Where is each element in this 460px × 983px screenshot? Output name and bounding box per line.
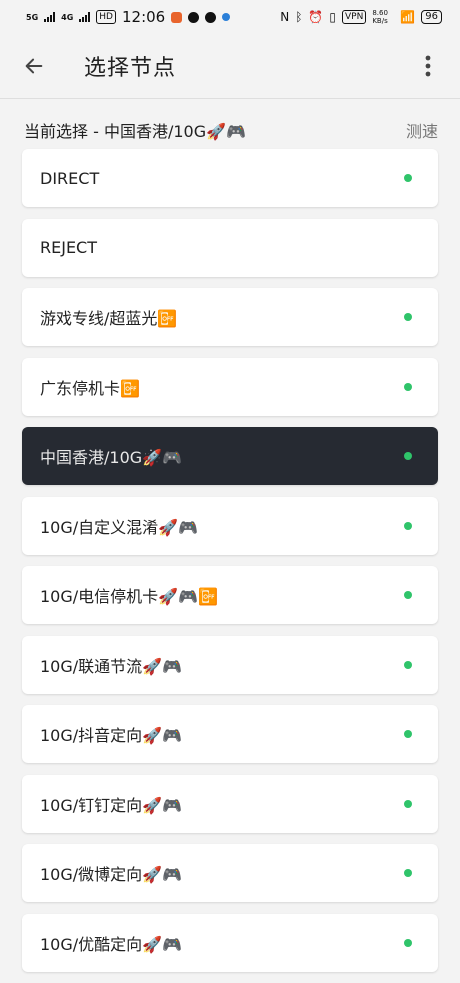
node-label: 10G/联通节流🚀🎮 bbox=[40, 656, 182, 676]
status-dot-icon bbox=[404, 313, 412, 321]
vpn-badge: VPN bbox=[341, 10, 367, 24]
node-item[interactable]: 10G/自定义混淆🚀🎮 bbox=[22, 496, 438, 555]
network-5g-label: 5G bbox=[26, 12, 39, 22]
node-label: REJECT bbox=[40, 238, 97, 257]
back-button[interactable] bbox=[14, 46, 54, 86]
node-item[interactable]: REJECT bbox=[22, 218, 438, 277]
node-label: 游戏专线/超蓝光📴 bbox=[40, 309, 178, 328]
more-vertical-icon bbox=[425, 55, 431, 77]
vibrate-icon: ▯ bbox=[329, 10, 336, 24]
status-dot-icon bbox=[404, 660, 412, 669]
status-dot-icon bbox=[404, 452, 412, 460]
wifi-icon: 📶 bbox=[400, 10, 416, 24]
app-icon bbox=[222, 13, 231, 21]
node-label: 10G/抖音定向🚀🎮 bbox=[40, 726, 182, 745]
clock: 12:06 bbox=[121, 8, 166, 26]
status-bar-left: 5G 4G HD 12:06 bbox=[26, 8, 231, 26]
node-label: 10G/优酷定向🚀🎮 bbox=[40, 934, 182, 954]
node-label: 10G/自定义混淆🚀🎮 bbox=[40, 517, 198, 537]
status-dot-icon bbox=[404, 730, 412, 738]
net-speed: 8.60 KB/s bbox=[372, 9, 388, 25]
speed-test-button[interactable]: 测速 bbox=[406, 118, 438, 142]
node-label: 广东停机卡📴 bbox=[40, 378, 140, 398]
node-label: 10G/钉钉定向🚀🎮 bbox=[40, 795, 182, 815]
bluetooth-icon: ᛒ bbox=[295, 10, 303, 24]
node-label: 10G/电信停机卡🚀🎮📴 bbox=[40, 587, 218, 606]
battery-icon: 96 bbox=[421, 10, 442, 24]
page-title: 选择节点 bbox=[84, 56, 177, 81]
app-bar: 选择节点 bbox=[0, 34, 460, 99]
nfc-icon: Ν bbox=[280, 10, 290, 24]
status-dot-icon bbox=[404, 869, 412, 877]
node-item[interactable]: DIRECT bbox=[22, 149, 438, 207]
status-dot-icon bbox=[404, 174, 412, 182]
hd-badge: HD bbox=[96, 10, 116, 24]
node-label: 中国香港/10G🚀🎮 bbox=[40, 448, 182, 467]
node-list: DIRECT REJECT 游戏专线/超蓝光📴 广东停机卡📴 中国香港/10G🚀🎮 10G… bbox=[22, 149, 438, 983]
node-item[interactable]: 10G/优酷定向🚀🎮 bbox=[22, 913, 438, 972]
node-item[interactable]: 10G/电信停机卡🚀🎮📴 bbox=[22, 566, 438, 624]
node-item[interactable]: 10G/钉钉定向🚀🎮 bbox=[22, 774, 438, 833]
current-selection-label: 当前选择 - 中国香港/10G🚀🎮 bbox=[24, 122, 246, 141]
alarm-icon: ⏰ bbox=[308, 10, 324, 24]
arrow-left-icon bbox=[25, 58, 43, 74]
node-item[interactable]: 广东停机卡📴 bbox=[22, 357, 438, 416]
more-options-button[interactable] bbox=[410, 46, 446, 86]
status-dot-icon bbox=[404, 521, 412, 530]
qq-icon bbox=[205, 11, 217, 23]
node-item[interactable]: 10G/微博定向🚀🎮 bbox=[22, 844, 438, 902]
notification-icon bbox=[171, 11, 183, 23]
current-selection-row: 当前选择 - 中国香港/10G🚀🎮 测速 bbox=[24, 117, 438, 143]
node-item[interactable]: 10G/抖音定向🚀🎮 bbox=[22, 705, 438, 763]
status-bar-right: Ν ᛒ ⏰ ▯ VPN 8.60 KB/s 📶 96 bbox=[280, 9, 442, 25]
node-item[interactable]: 中国香港/10G🚀🎮 bbox=[22, 427, 438, 485]
status-dot-icon bbox=[404, 799, 412, 808]
status-dot-icon bbox=[404, 382, 412, 391]
node-item[interactable]: 游戏专线/超蓝光📴 bbox=[22, 288, 438, 346]
battery-level: 96 bbox=[425, 11, 438, 22]
network-4g-label: 4G bbox=[61, 12, 74, 22]
node-label: DIRECT bbox=[40, 168, 100, 188]
weather-icon bbox=[188, 11, 200, 23]
node-item[interactable]: 10G/联通节流🚀🎮 bbox=[22, 635, 438, 694]
signal-icon-2 bbox=[79, 12, 91, 22]
signal-icon bbox=[44, 12, 56, 22]
status-dot-icon bbox=[404, 938, 412, 947]
node-label: 10G/微博定向🚀🎮 bbox=[40, 865, 182, 884]
status-dot-icon bbox=[404, 591, 412, 599]
status-bar: 5G 4G HD 12:06 Ν ᛒ ⏰ ▯ VPN 8.60 KB/s 📶 9… bbox=[0, 0, 460, 34]
